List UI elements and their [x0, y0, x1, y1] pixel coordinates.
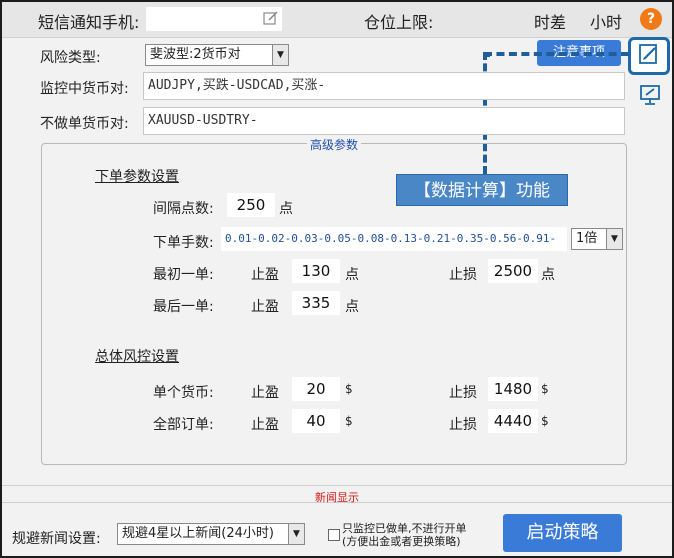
- avoid-news-label: 规避新闻设置:: [12, 531, 101, 547]
- last-tp-label: 止盈: [251, 299, 279, 315]
- avoid-news-value: 规避4星以上新闻(24小时): [122, 526, 274, 541]
- connector-horizontal: [484, 52, 629, 56]
- avoid-news-select[interactable]: 规避4星以上新闻(24小时) ▼: [117, 523, 305, 545]
- single-currency-label: 单个货币:: [153, 385, 214, 401]
- only-monitor-checkbox[interactable]: [328, 529, 340, 541]
- interval-label: 间隔点数:: [153, 201, 214, 217]
- chevron-down-icon: ▼: [288, 524, 304, 544]
- risk-type-label: 风险类型:: [40, 50, 101, 66]
- first-order-label: 最初一单:: [153, 267, 214, 283]
- multiplier-value: 1倍: [576, 231, 598, 246]
- timezone-label: 时差: [534, 13, 567, 32]
- multiplier-select[interactable]: 1倍 ▼: [571, 228, 623, 250]
- hours-label: 小时: [590, 13, 623, 32]
- chevron-down-icon: ▼: [272, 45, 288, 65]
- monitor-pairs-input[interactable]: AUDJPY,买跌-USDCAD,买涨-: [143, 72, 625, 100]
- news-divider: 新闻显示: [2, 485, 672, 504]
- news-display-label: 新闻显示: [315, 491, 359, 504]
- interval-input[interactable]: 250: [227, 193, 275, 217]
- first-tp-label: 止盈: [251, 267, 279, 283]
- all-sl-label: 止损: [449, 417, 477, 433]
- risk-type-select[interactable]: 斐波型:2货币对 ▼: [145, 44, 289, 66]
- interval-unit: 点: [279, 201, 293, 217]
- lots-input[interactable]: 0.01-0.02-0.03-0.05-0.08-0.13-0.21-0.35-…: [221, 227, 567, 251]
- sms-phone-input[interactable]: [146, 7, 282, 31]
- single-sl-input[interactable]: 1480: [488, 377, 538, 401]
- only-monitor-line1: 只监控已做单,不进行开单: [342, 522, 467, 535]
- last-order-label: 最后一单:: [153, 299, 214, 315]
- data-calc-callout: 【数据计算】功能: [396, 174, 568, 206]
- monitor-pairs-label: 监控中货币对:: [40, 81, 129, 97]
- all-orders-label: 全部订单:: [153, 417, 214, 433]
- excluded-pairs-input[interactable]: XAUUSD-USDTRY-: [143, 107, 625, 135]
- excluded-pairs-label: 不做单货币对:: [40, 116, 129, 132]
- first-tp-unit: 点: [345, 267, 359, 283]
- lots-label: 下单手数:: [153, 235, 214, 251]
- single-tp-unit: $: [345, 382, 353, 396]
- monitor-icon: [638, 83, 662, 111]
- start-strategy-button[interactable]: 启动策略: [503, 514, 622, 552]
- risk-type-value: 斐波型:2货币对: [150, 47, 241, 62]
- last-tp-input[interactable]: 335: [292, 291, 340, 315]
- monitor-button[interactable]: [637, 84, 663, 110]
- sms-label: 短信通知手机:: [38, 13, 140, 32]
- all-tp-unit: $: [345, 414, 353, 428]
- first-sl-input[interactable]: 2500: [488, 259, 538, 283]
- single-tp-label: 止盈: [251, 385, 279, 401]
- help-icon[interactable]: ?: [640, 8, 662, 30]
- data-calc-button[interactable]: [628, 37, 670, 75]
- chevron-down-icon: ▼: [606, 229, 622, 249]
- all-tp-label: 止盈: [251, 417, 279, 433]
- advanced-params-title: 高级参数: [307, 136, 362, 153]
- risk-section-title: 总体风控设置: [95, 349, 179, 365]
- all-sl-unit: $: [541, 414, 549, 428]
- order-section-title: 下单参数设置: [95, 169, 179, 185]
- position-limit-label: 仓位上限:: [364, 13, 434, 32]
- single-sl-label: 止损: [449, 385, 477, 401]
- pen-icon: [638, 43, 660, 69]
- all-tp-input[interactable]: 40: [292, 409, 340, 433]
- only-monitor-line2: (方便出金或者更换策略): [342, 535, 461, 548]
- single-sl-unit: $: [541, 382, 549, 396]
- first-sl-label: 止损: [449, 267, 477, 283]
- edit-icon[interactable]: [263, 10, 279, 26]
- first-tp-input[interactable]: 130: [292, 259, 340, 283]
- single-tp-input[interactable]: 20: [292, 377, 340, 401]
- last-tp-unit: 点: [345, 299, 359, 315]
- all-sl-input[interactable]: 4440: [488, 409, 538, 433]
- first-sl-unit: 点: [541, 267, 555, 283]
